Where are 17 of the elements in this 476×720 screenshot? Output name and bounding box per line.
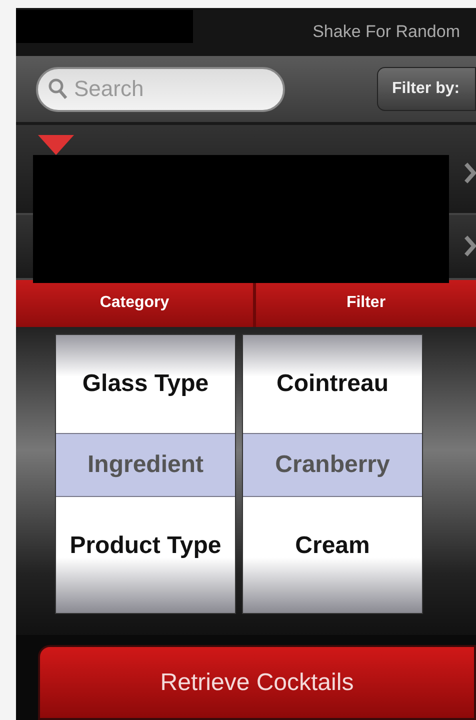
glass-icon [36,133,76,158]
chevron-icon [464,162,476,184]
picker-item[interactable]: Ingredient [56,432,235,496]
header-title: Shake For Random [312,21,460,44]
picker-item[interactable]: Product Type [56,496,235,594]
picker-item[interactable]: Cream [243,496,422,594]
picker-item[interactable]: Glass Type [56,334,235,432]
picker-item[interactable]: Cranberry [243,432,422,496]
retrieve-button[interactable]: Retrieve Cocktails [38,645,476,720]
search-icon [48,78,68,100]
search-field[interactable]: Search [36,66,285,112]
picker-wheel[interactable]: Glass Type Ingredient Product Type [55,334,236,614]
picker-wheel[interactable]: Cointreau Cranberry Cream [242,334,423,614]
picker-item[interactable]: Cointreau [243,334,422,432]
filter-button[interactable]: Filter by: [377,67,476,112]
chevron-icon [464,235,476,258]
column-heading: Filter [345,293,387,314]
